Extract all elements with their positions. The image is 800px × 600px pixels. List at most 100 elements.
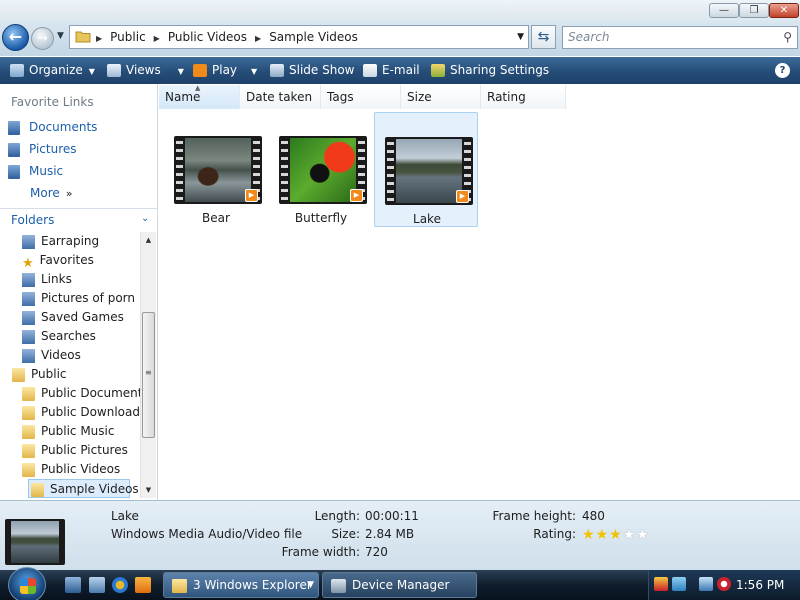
file-item-bear[interactable]: ▶ Bear (164, 112, 268, 227)
details-file-name: Lake (111, 509, 139, 523)
tree-item-pictures-of-porn[interactable]: Pictures of porn (22, 289, 135, 308)
chevron-right-icon[interactable]: ▶ (255, 34, 261, 43)
folders-title: Folders (11, 213, 55, 227)
folders-scrollbar[interactable]: ▲ ≡ ▼ (140, 232, 156, 498)
scrollbar-thumb[interactable]: ≡ (142, 312, 155, 438)
pictures-icon (8, 142, 20, 157)
star-empty-icon[interactable]: ★ (636, 527, 650, 543)
breadcrumb-public-videos[interactable]: Public Videos (168, 30, 247, 44)
tree-item-public-downloads[interactable]: Public Downloads (22, 403, 146, 422)
close-button[interactable]: ✕ (769, 3, 799, 18)
more-label: More (30, 186, 60, 200)
email-label: E-mail (382, 63, 420, 77)
address-dropdown[interactable]: ▼ (517, 32, 524, 42)
recent-pages-dropdown[interactable]: ▼ (57, 31, 64, 41)
tree-item-links[interactable]: Links (22, 270, 72, 289)
tree-item-label: Sample Videos (50, 482, 139, 496)
tree-item-searches[interactable]: Searches (22, 327, 96, 346)
sharing-label: Sharing Settings (450, 63, 550, 77)
command-toolbar: Organize ▼ Views ▼ Play ▼ Slide Show E-mail… (0, 57, 800, 84)
views-button[interactable]: Views ▼ (107, 57, 184, 84)
search-box[interactable]: Search ⚲ (562, 26, 798, 49)
size-label: Size: (331, 527, 360, 541)
chevron-right-icon[interactable]: ▶ (96, 34, 102, 43)
star-filled-icon[interactable]: ★ (582, 527, 596, 543)
start-button[interactable] (8, 567, 46, 600)
network-icon[interactable] (699, 577, 713, 591)
favorite-link-label: Documents (29, 120, 98, 134)
tree-item-label: Public Videos (41, 462, 121, 476)
minimize-button[interactable]: — (709, 3, 739, 18)
media-player-icon[interactable] (135, 577, 151, 593)
sharing-settings-button[interactable]: Sharing Settings (431, 57, 549, 84)
star-empty-icon[interactable]: ★ (623, 527, 637, 543)
volume-muted-icon[interactable] (717, 577, 731, 591)
tree-item-label: Earraping (41, 234, 100, 248)
column-header-date-taken[interactable]: Date taken (240, 85, 321, 109)
column-header-tags[interactable]: Tags (321, 85, 401, 109)
star-filled-icon[interactable]: ★ (596, 527, 610, 543)
tree-item-videos[interactable]: Videos (22, 346, 81, 365)
favorite-link-pictures[interactable]: Pictures (8, 140, 77, 158)
rating-stars[interactable]: ★★★★★ (582, 527, 650, 543)
folder-icon (12, 367, 25, 382)
file-item-butterfly[interactable]: ▶ Butterfly (269, 112, 373, 227)
tree-item-public[interactable]: Public (12, 365, 67, 384)
breadcrumb-sample-videos[interactable]: Sample Videos (269, 30, 358, 44)
documents-icon (8, 120, 20, 135)
show-desktop-icon[interactable] (65, 577, 81, 593)
tree-item-public-pictures[interactable]: Public Pictures (22, 441, 128, 460)
chevron-right-icon[interactable]: ▶ (154, 34, 160, 43)
switch-windows-icon[interactable] (89, 577, 105, 593)
folders-header[interactable]: Folders ⌄ (0, 208, 157, 230)
address-bar[interactable]: ▶ Public ▶ Public Videos ▶ Sample Videos ▼ (69, 25, 529, 49)
forward-button[interactable]: → (31, 27, 54, 50)
scroll-down-icon[interactable]: ▼ (141, 483, 156, 497)
bear-frame (185, 138, 251, 202)
refresh-button[interactable]: ⇆ (531, 25, 556, 49)
clock[interactable]: 1:56 PM (736, 570, 784, 600)
scroll-up-icon[interactable]: ▲ (141, 233, 156, 247)
security-shield-icon[interactable] (654, 577, 668, 591)
tree-item-earraping[interactable]: Earraping (22, 232, 99, 251)
length-value: 00:00:11 (365, 509, 419, 523)
favorite-link-label: Pictures (29, 142, 77, 156)
star-filled-icon[interactable]: ★ (609, 527, 623, 543)
favorite-link-documents[interactable]: Documents (8, 118, 97, 136)
device-manager-icon (331, 578, 346, 593)
more-links[interactable]: More » (30, 184, 72, 202)
column-label: Rating (487, 90, 526, 104)
tree-item-public-documents[interactable]: Public Documents (22, 384, 149, 403)
favorite-link-music[interactable]: Music (8, 162, 63, 180)
windows-update-icon[interactable] (672, 577, 686, 591)
tree-item-public-videos[interactable]: Public Videos (22, 460, 120, 479)
folder-icon (22, 386, 35, 401)
column-header-name[interactable]: ▲ Name (159, 84, 240, 109)
video-thumbnail: ▶ (385, 137, 473, 205)
internet-explorer-icon[interactable] (112, 577, 128, 593)
tree-item-label: Saved Games (41, 310, 124, 324)
file-item-lake[interactable]: ▶ Lake (374, 112, 478, 227)
taskbar-device-manager[interactable]: Device Manager (322, 572, 477, 598)
chevron-down-icon: ▼ (88, 67, 95, 76)
play-button[interactable]: Play ▼ (193, 57, 257, 84)
tree-item-label: Videos (41, 348, 81, 362)
breadcrumb-public[interactable]: Public (110, 30, 146, 44)
breadcrumb: ▶ Public ▶ Public Videos ▶ Sample Videos (96, 30, 366, 44)
email-button[interactable]: E-mail (363, 57, 420, 84)
organize-button[interactable]: Organize ▼ (10, 57, 95, 84)
help-icon[interactable]: ? (775, 63, 790, 78)
tree-item-favorites[interactable]: ★ Favorites (22, 251, 94, 271)
tree-item-sample-videos[interactable]: Sample Videos (28, 479, 139, 498)
tree-item-label: Public (31, 367, 67, 381)
maximize-button[interactable]: ❐ (739, 3, 769, 18)
tree-item-public-music[interactable]: Public Music (22, 422, 114, 441)
tree-item-label: Public Downloads (41, 405, 147, 419)
search-icon[interactable]: ⚲ (783, 30, 792, 44)
taskbar-windows-explorer-group[interactable]: 3 Windows Explorer ▼ (163, 572, 319, 598)
slideshow-button[interactable]: Slide Show (270, 57, 354, 84)
column-header-rating[interactable]: Rating (481, 85, 566, 109)
column-header-size[interactable]: Size (401, 85, 481, 109)
back-button[interactable]: ← (2, 24, 29, 51)
tree-item-saved-games[interactable]: Saved Games (22, 308, 124, 327)
